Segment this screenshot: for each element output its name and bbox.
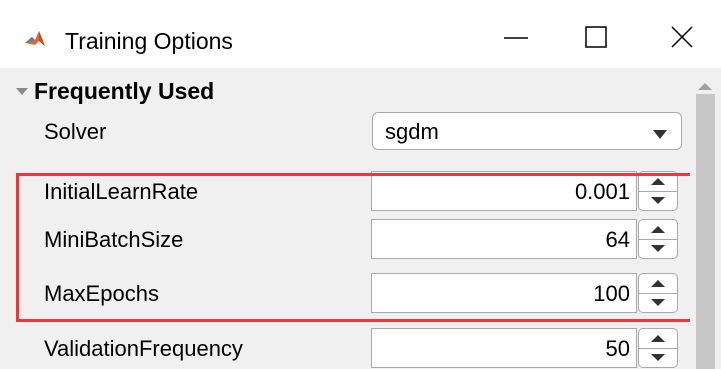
triangle-down-icon <box>651 245 665 252</box>
validation-frequency-label: ValidationFrequency <box>44 336 243 361</box>
spinner-down-button[interactable] <box>639 293 677 312</box>
options-panel: Frequently Used Solver sgdm InitialLearn… <box>0 68 721 369</box>
initial-learn-rate-input[interactable]: 0.001 <box>371 171 637 211</box>
triangle-down-icon <box>651 354 665 361</box>
scrollbar-thumb[interactable] <box>696 94 715 369</box>
maximize-button[interactable] <box>568 16 628 62</box>
max-epochs-value: 100 <box>593 281 630 306</box>
triangle-up-icon <box>651 280 665 287</box>
mini-batch-size-value: 64 <box>605 227 630 252</box>
row-max-epochs: MaxEpochs 100 <box>0 272 690 316</box>
window-title: Training Options <box>65 28 233 54</box>
row-initial-learn-rate: InitialLearnRate 0.001 <box>0 170 690 214</box>
section-frequently-used[interactable]: Frequently Used <box>0 68 690 110</box>
minimize-button[interactable] <box>486 16 546 62</box>
validation-frequency-input[interactable]: 50 <box>371 328 637 368</box>
max-epochs-input[interactable]: 100 <box>371 273 637 313</box>
matlab-icon <box>23 28 47 52</box>
triangle-down-icon[interactable] <box>15 84 29 95</box>
triangle-up-icon <box>651 178 665 185</box>
chevron-down-icon <box>653 127 667 145</box>
initial-learn-rate-spinner[interactable] <box>638 171 678 211</box>
mini-batch-size-label: MiniBatchSize <box>44 227 184 252</box>
triangle-down-icon <box>651 197 665 204</box>
validation-frequency-spinner[interactable] <box>638 328 678 368</box>
validation-frequency-value: 50 <box>605 336 630 361</box>
max-epochs-spinner[interactable] <box>638 273 678 313</box>
initial-learn-rate-value: 0.001 <box>574 179 630 204</box>
row-solver: Solver sgdm <box>0 110 690 154</box>
solver-value: sgdm <box>385 119 439 144</box>
close-button[interactable] <box>652 16 712 62</box>
spinner-up-button[interactable] <box>639 172 677 192</box>
initial-learn-rate-label: InitialLearnRate <box>44 179 199 204</box>
spinner-down-button[interactable] <box>639 348 677 367</box>
spinner-up-button[interactable] <box>639 220 677 240</box>
spinner-down-button[interactable] <box>639 239 677 258</box>
title-bar[interactable]: Training Options <box>0 0 721 68</box>
max-epochs-label: MaxEpochs <box>44 281 159 306</box>
training-options-window: Training Options Frequently Used Solver … <box>0 0 721 369</box>
row-mini-batch-size: MiniBatchSize 64 <box>0 218 690 262</box>
spinner-up-button[interactable] <box>639 274 677 294</box>
vertical-scrollbar[interactable] <box>690 68 721 369</box>
mini-batch-size-spinner[interactable] <box>638 219 678 259</box>
section-title: Frequently Used <box>34 78 215 104</box>
solver-label: Solver <box>44 119 107 144</box>
mini-batch-size-input[interactable]: 64 <box>371 219 637 259</box>
triangle-up-icon <box>651 335 665 342</box>
spinner-down-button[interactable] <box>639 191 677 210</box>
row-validation-frequency: ValidationFrequency 50 <box>0 327 690 369</box>
solver-dropdown[interactable]: sgdm <box>372 112 682 150</box>
spinner-up-button[interactable] <box>639 329 677 349</box>
triangle-down-icon <box>651 299 665 306</box>
triangle-up-icon <box>651 226 665 233</box>
